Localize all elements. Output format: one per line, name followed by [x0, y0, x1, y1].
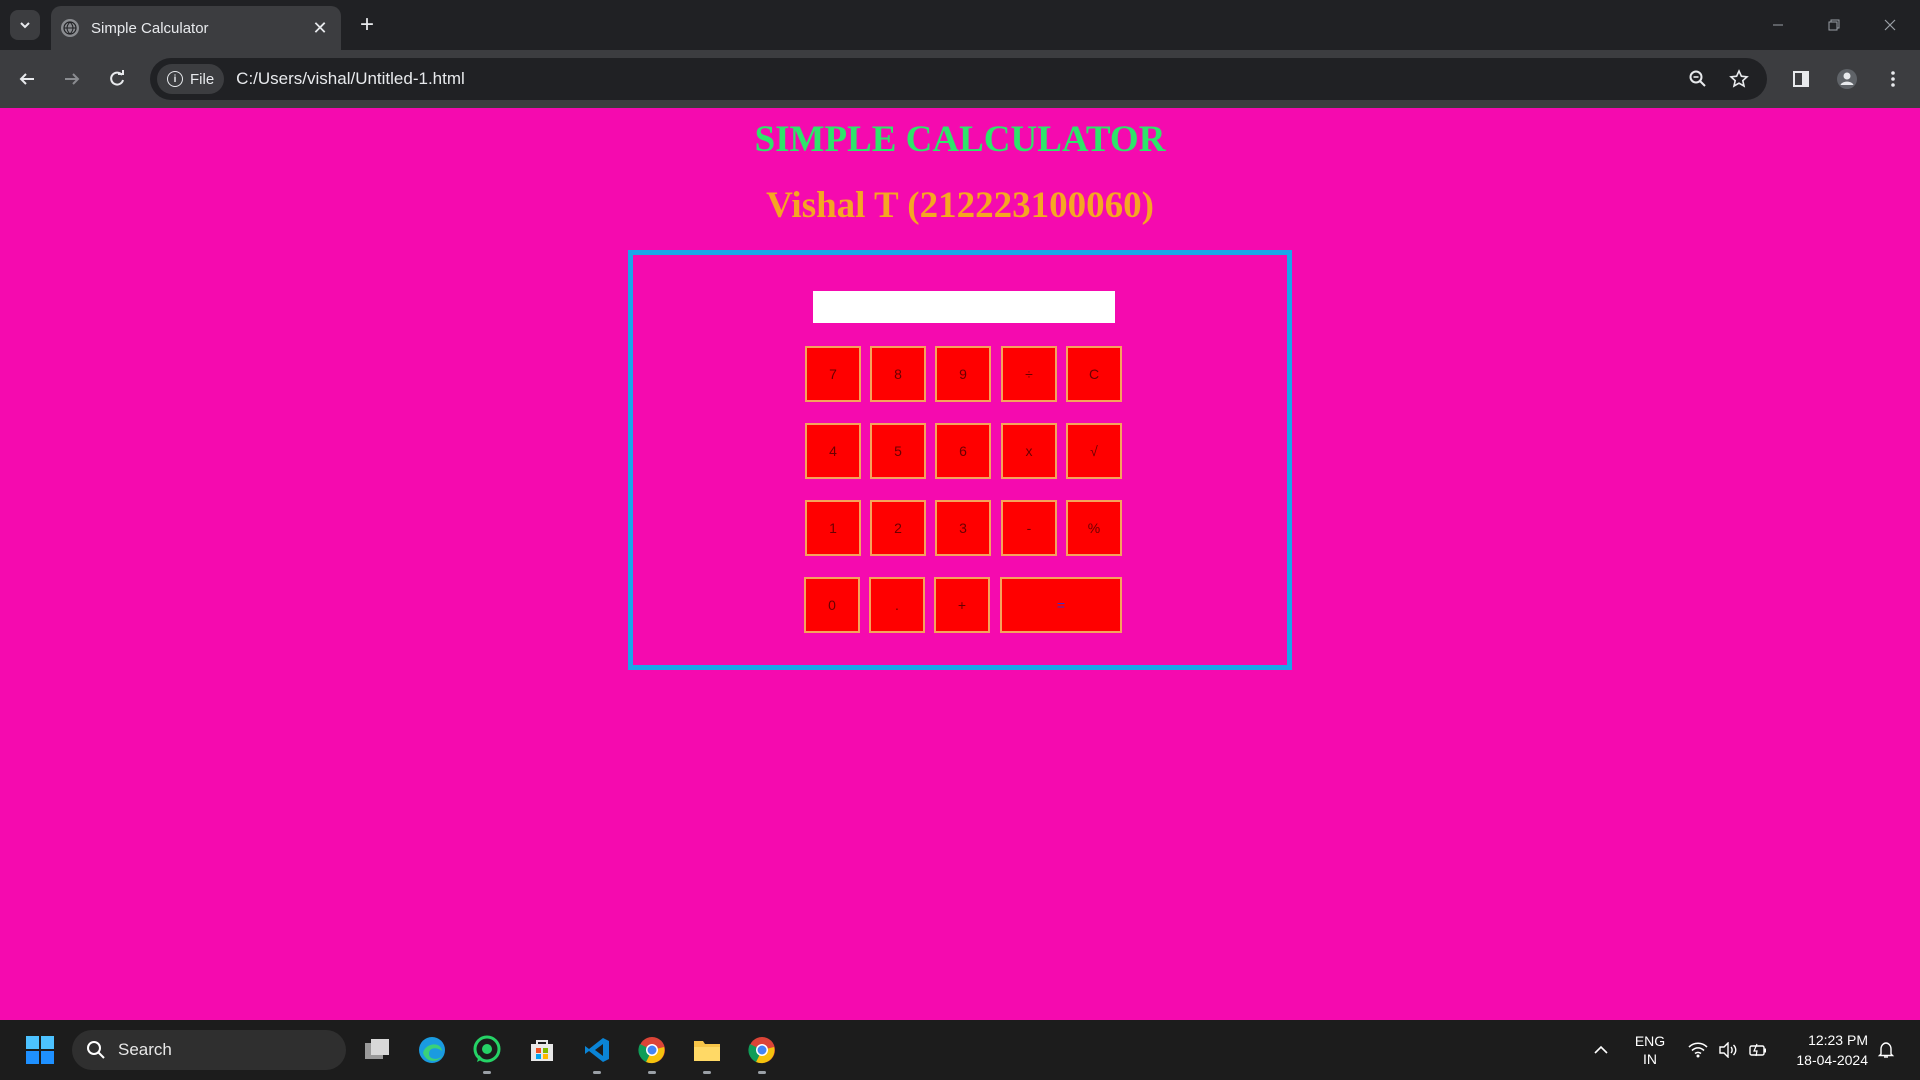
calculator-display[interactable]	[813, 291, 1115, 323]
tab-title: Simple Calculator	[91, 19, 209, 37]
clock-date: 18-04-2024	[1796, 1052, 1868, 1068]
key-1[interactable]: 1	[805, 500, 861, 556]
chevron-up-icon[interactable]	[1586, 1020, 1616, 1080]
lang-line2: IN	[1643, 1051, 1657, 1067]
forward-arrow-icon[interactable]	[57, 64, 87, 94]
running-indicator	[703, 1071, 711, 1074]
key-decimal[interactable]: .	[869, 577, 925, 633]
key-clear[interactable]: C	[1066, 346, 1122, 402]
plus-icon[interactable]: +	[352, 10, 382, 40]
zoom-icon[interactable]	[1683, 64, 1713, 94]
star-icon[interactable]	[1724, 64, 1754, 94]
lang-line1: ENG	[1634, 1033, 1666, 1049]
wifi-icon[interactable]	[1684, 1020, 1712, 1080]
key-sqrt[interactable]: √	[1066, 423, 1122, 479]
chrome-icon[interactable]	[632, 1030, 672, 1074]
store-icon[interactable]	[522, 1030, 562, 1070]
running-indicator	[758, 1071, 766, 1074]
search-icon	[86, 1040, 106, 1060]
language-indicator[interactable]: ENG IN	[1628, 1020, 1672, 1080]
running-indicator	[648, 1071, 656, 1074]
taskbar-search-box[interactable]: Search	[72, 1030, 346, 1070]
tab-strip: Simple Calculator ✕ +	[0, 0, 1920, 50]
more-menu-icon[interactable]	[1878, 64, 1908, 94]
url-text: C:/Users/vishal/Untitled-1.html	[236, 69, 465, 88]
browser-toolbar: i File C:/Users/vishal/Untitled-1.html	[0, 50, 1920, 108]
page-title: SIMPLE CALCULATOR	[754, 119, 1166, 160]
vscode-icon[interactable]	[577, 1030, 617, 1074]
clock-time: 12:23 PM	[1808, 1032, 1868, 1048]
author-subtitle: Vishal T (212223100060)	[766, 185, 1154, 226]
close-icon[interactable]: ✕	[309, 18, 331, 39]
whatsapp-icon[interactable]	[467, 1030, 507, 1074]
key-multiply[interactable]: x	[1001, 423, 1057, 479]
key-equals[interactable]: =	[1000, 577, 1122, 633]
volume-icon[interactable]	[1714, 1020, 1742, 1080]
windows-start-icon[interactable]	[20, 1030, 60, 1070]
key-4[interactable]: 4	[805, 423, 861, 479]
running-indicator	[483, 1071, 491, 1074]
key-divide[interactable]: ÷	[1001, 346, 1057, 402]
site-info-chip[interactable]: i File	[157, 64, 225, 94]
file-explorer-icon[interactable]	[687, 1030, 727, 1074]
minimize-icon[interactable]	[1750, 0, 1806, 50]
key-subtract[interactable]: -	[1001, 500, 1057, 556]
key-9[interactable]: 9	[935, 346, 991, 402]
chrome-icon[interactable]	[742, 1030, 782, 1074]
system-clock[interactable]: 12:23 PM 18-04-2024	[1780, 1020, 1868, 1080]
battery-icon[interactable]	[1744, 1020, 1772, 1080]
key-7[interactable]: 7	[805, 346, 861, 402]
key-percent[interactable]: %	[1066, 500, 1122, 556]
edge-icon[interactable]	[412, 1030, 452, 1070]
windows-taskbar: Search ENG IN 12:23 PM 18-04-2024	[0, 1020, 1920, 1080]
address-bar[interactable]: i File C:/Users/vishal/Untitled-1.html	[150, 58, 1767, 100]
key-2[interactable]: 2	[870, 500, 926, 556]
key-3[interactable]: 3	[935, 500, 991, 556]
search-placeholder: Search	[118, 1040, 172, 1059]
running-indicator	[593, 1071, 601, 1074]
task-view-icon[interactable]	[357, 1030, 397, 1070]
calculator-panel: 7 8 9 ÷ C 4 5 6 x √ 1 2 3 - % 0 . + =	[628, 250, 1292, 670]
back-arrow-icon[interactable]	[12, 64, 42, 94]
page-content: SIMPLE CALCULATOR Vishal T (212223100060…	[0, 108, 1920, 1020]
chip-label: File	[190, 70, 215, 88]
profile-icon[interactable]	[1832, 64, 1862, 94]
tab-simple-calculator[interactable]: Simple Calculator ✕	[51, 6, 341, 50]
tab-search-icon[interactable]	[10, 10, 40, 40]
reload-icon[interactable]	[102, 64, 132, 94]
info-icon: i	[167, 71, 183, 87]
restore-icon[interactable]	[1806, 0, 1862, 50]
side-panel-icon[interactable]	[1786, 64, 1816, 94]
window-close-icon[interactable]	[1862, 0, 1918, 50]
key-add[interactable]: +	[934, 577, 990, 633]
key-0[interactable]: 0	[804, 577, 860, 633]
globe-icon	[61, 19, 79, 37]
key-5[interactable]: 5	[870, 423, 926, 479]
key-6[interactable]: 6	[935, 423, 991, 479]
key-8[interactable]: 8	[870, 346, 926, 402]
notification-icon[interactable]	[1872, 1020, 1900, 1080]
